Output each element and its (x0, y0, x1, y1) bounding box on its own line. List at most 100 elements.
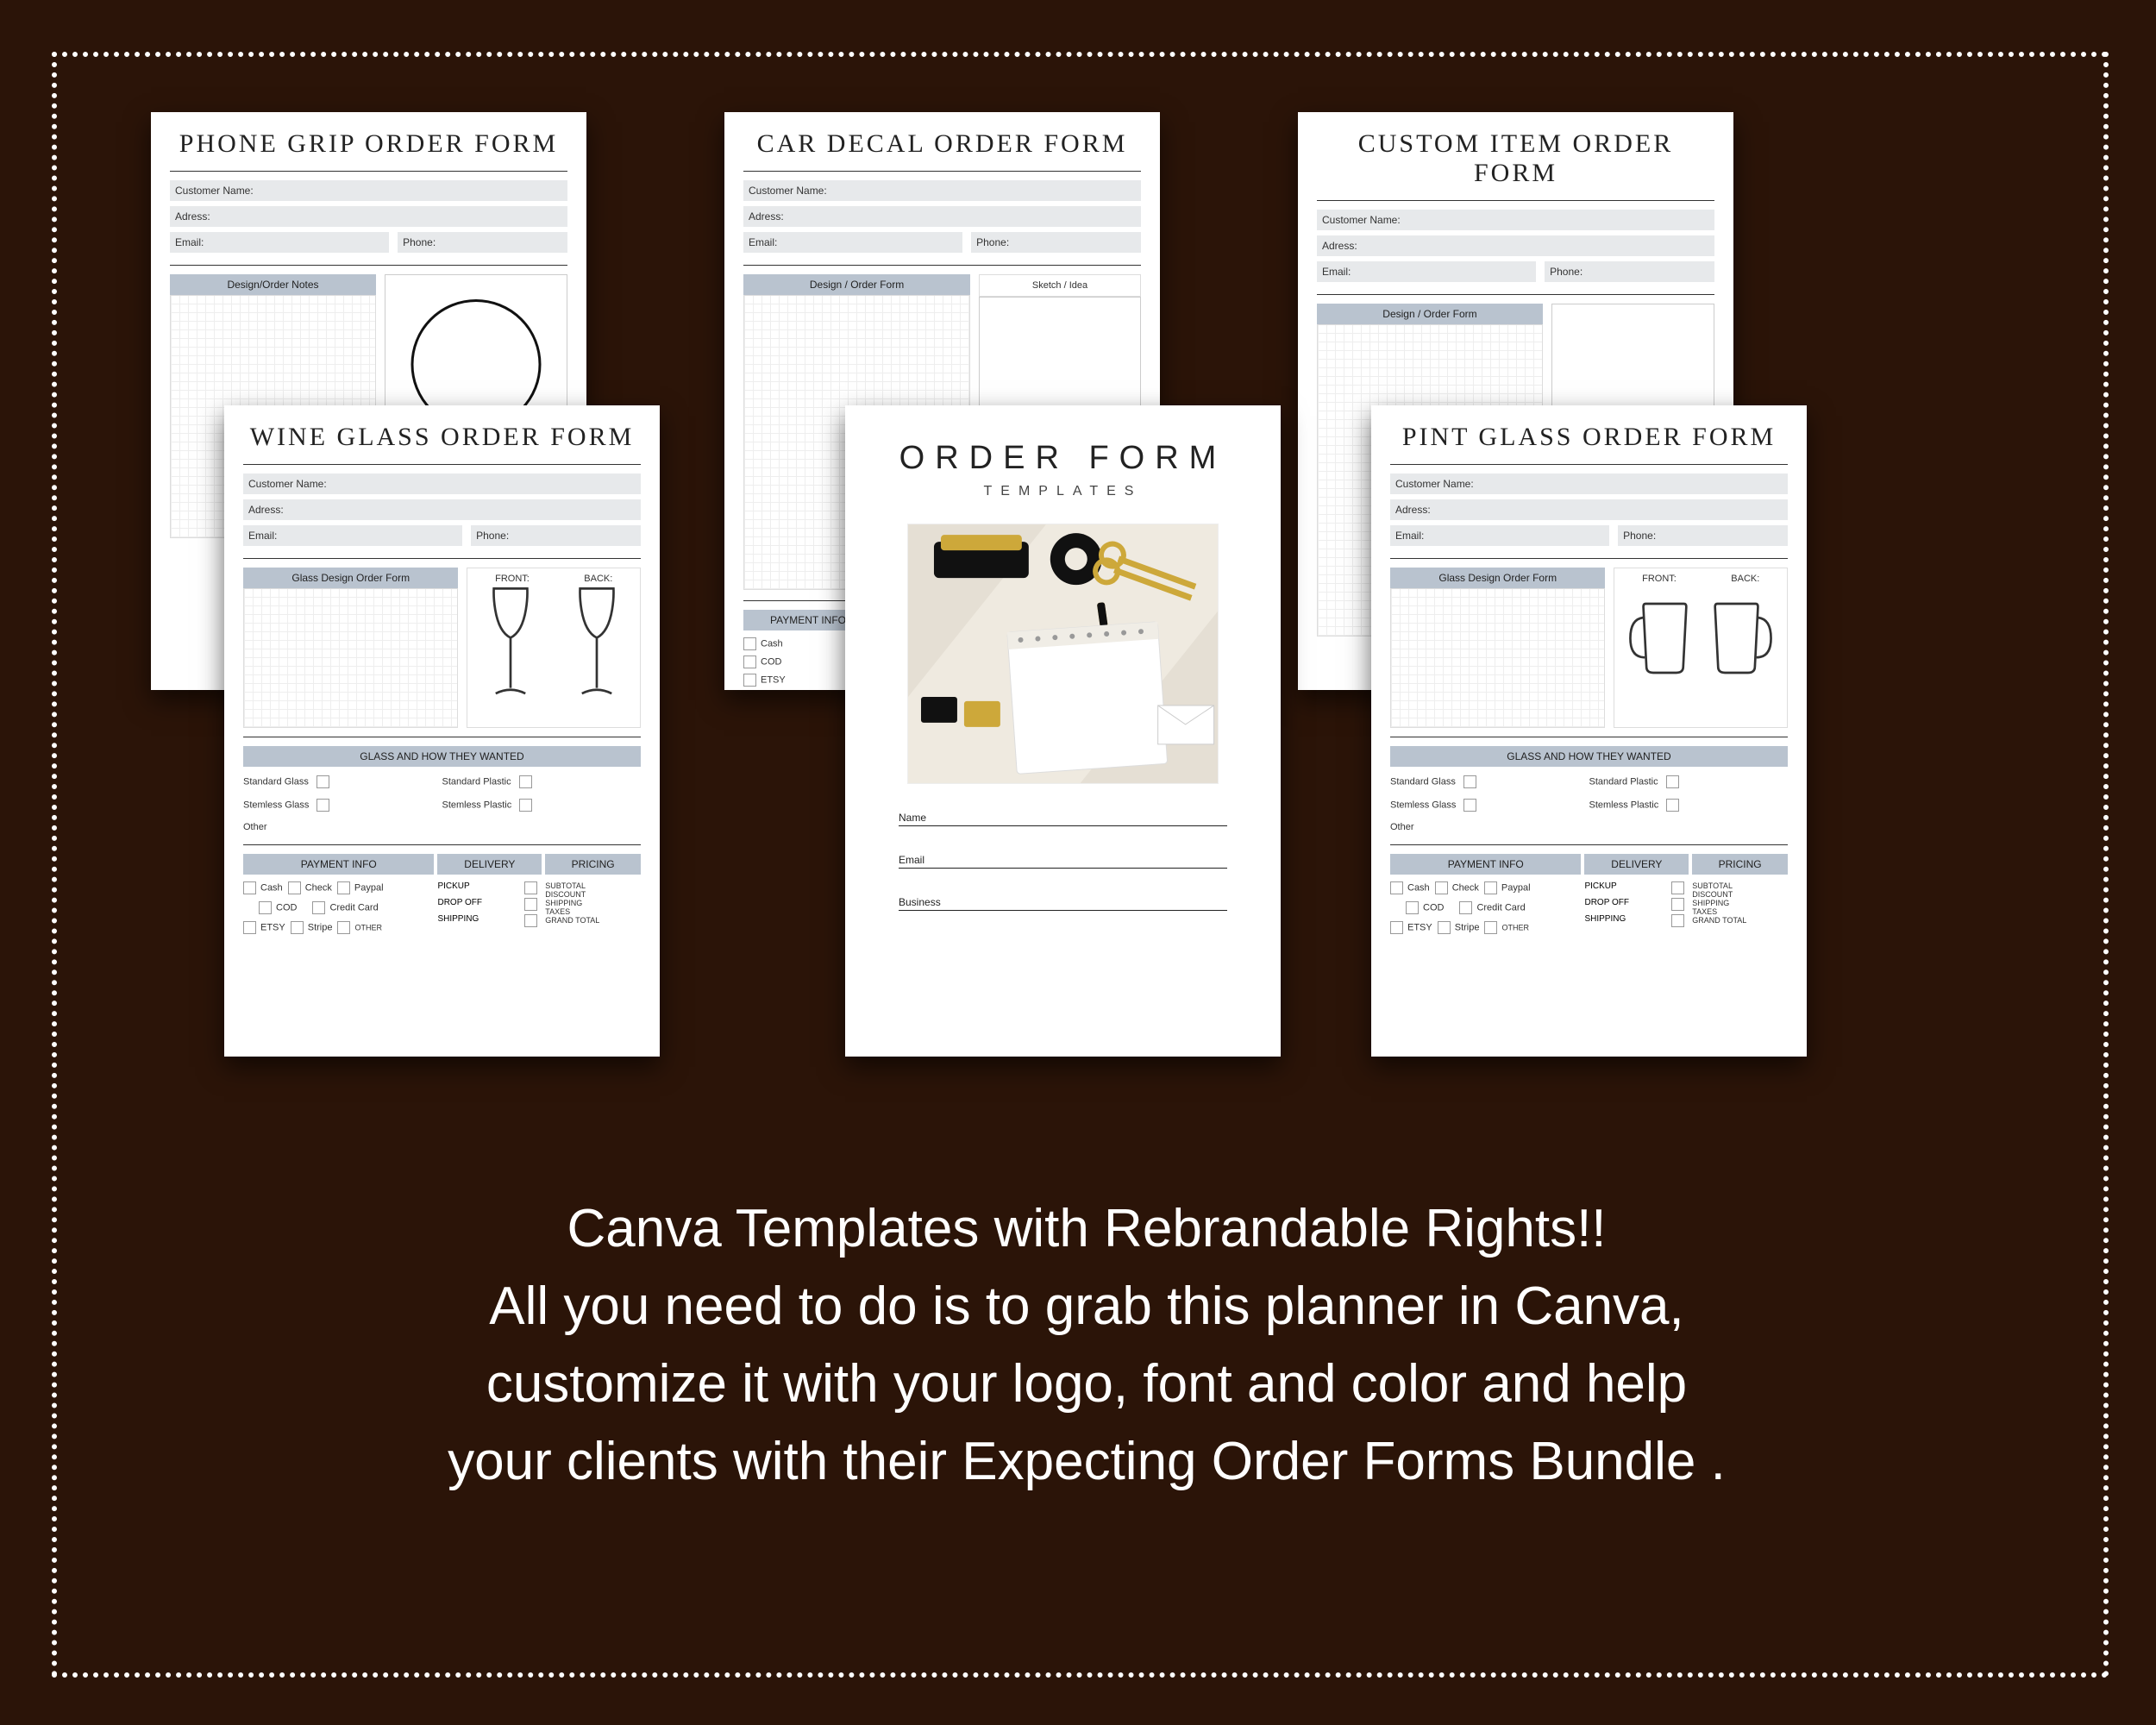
subtotal-label: SUBTOTAL (1692, 881, 1788, 890)
checkbox (317, 799, 329, 812)
marketing-line-3: customize it with your logo, font and co… (155, 1346, 2018, 1423)
delivery-header: DELIVERY (437, 854, 542, 875)
delivery-header: DELIVERY (1584, 854, 1689, 875)
marketing-text: Canva Templates with Rebrandable Rights!… (155, 1190, 2018, 1501)
pricing-header: PRICING (1692, 854, 1788, 875)
pricing-header: PRICING (545, 854, 641, 875)
std-glass-label: Standard Glass (243, 776, 309, 787)
checkbox (1390, 881, 1403, 894)
etsy-label: ETSY (1407, 922, 1432, 932)
checkbox (1438, 921, 1451, 934)
marketing-line-1: Canva Templates with Rebrandable Rights!… (155, 1190, 2018, 1268)
cover-subtitle: TEMPLATES (864, 484, 1262, 499)
checkbox (1484, 921, 1497, 934)
cod-label: COD (1423, 902, 1444, 913)
wine-glass-front-icon (480, 584, 541, 705)
payment-info-header: PAYMENT INFO (1390, 854, 1581, 875)
grand-total-label: GRAND TOTAL (545, 916, 641, 925)
std-plastic-label: Standard Plastic (442, 776, 511, 787)
email-field: Email: (170, 232, 389, 253)
checkbox (1463, 775, 1476, 788)
shipping-price-label: SHIPPING (1692, 899, 1788, 907)
wine-glass-back-icon (567, 584, 627, 705)
cash-label: Cash (260, 882, 283, 893)
shipping-price-label: SHIPPING (545, 899, 641, 907)
cover-business-line (899, 910, 1227, 911)
phone-field: Phone: (1618, 525, 1788, 546)
checkbox (1463, 799, 1476, 812)
glass-design-header: Glass Design Order Form (1390, 568, 1605, 588)
payment-info-header: PAYMENT INFO (243, 854, 434, 875)
etsy-label: ETSY (260, 922, 285, 932)
checkbox (243, 921, 256, 934)
paypal-label: Paypal (354, 882, 384, 893)
customer-name-field: Customer Name: (1390, 474, 1788, 494)
other-label: Other (243, 822, 267, 832)
cover-photo (907, 524, 1219, 784)
marketing-line-2: All you need to do is to grab this plann… (155, 1268, 2018, 1346)
back-label: BACK: (1731, 574, 1759, 584)
customer-name-field: Customer Name: (170, 180, 567, 201)
phone-field: Phone: (471, 525, 641, 546)
pint-glass-title: PINT GLASS ORDER FORM (1390, 423, 1788, 452)
paypal-label: Paypal (1501, 882, 1531, 893)
checkbox (1666, 799, 1679, 812)
checkbox (259, 901, 272, 914)
cod-label: COD (276, 902, 297, 913)
front-label: FRONT: (1642, 574, 1677, 584)
taxes-label: TAXES (1692, 907, 1788, 916)
glass-how-header: GLASS AND HOW THEY WANTED (243, 746, 641, 767)
design-notes-header: Design/Order Notes (170, 274, 376, 295)
cash-label: Cash (1407, 882, 1430, 893)
dropoff-label: DROP OFF (437, 898, 481, 907)
pint-glass-form-card: PINT GLASS ORDER FORM Customer Name: Adr… (1371, 405, 1807, 1057)
check-label: Check (305, 882, 332, 893)
customer-name-field: Customer Name: (1317, 210, 1714, 230)
checkbox (243, 881, 256, 894)
checkbox (337, 881, 350, 894)
checkbox (1671, 881, 1684, 894)
sketch-idea-header: Sketch / Idea (979, 274, 1141, 297)
pint-glass-back-icon (1706, 591, 1775, 686)
wine-glass-form-card: WINE GLASS ORDER FORM Customer Name: Adr… (224, 405, 660, 1057)
cover-email-line (899, 868, 1227, 869)
checkbox (1459, 901, 1472, 914)
taxes-label: TAXES (545, 907, 641, 916)
checkbox (1484, 881, 1497, 894)
address-field: Adress: (1317, 235, 1714, 256)
cod-label: COD (761, 656, 781, 667)
phone-grip-title: PHONE GRIP ORDER FORM (170, 129, 567, 159)
cash-label: Cash (761, 638, 783, 649)
wine-glass-title: WINE GLASS ORDER FORM (243, 423, 641, 452)
checkbox (317, 775, 329, 788)
std-plastic-label: Standard Plastic (1589, 776, 1658, 787)
glass-how-header: GLASS AND HOW THEY WANTED (1390, 746, 1788, 767)
email-field: Email: (1390, 525, 1609, 546)
checkbox (524, 898, 537, 911)
checkbox (337, 921, 350, 934)
credit-label: Credit Card (1476, 902, 1525, 913)
other-label: Other (1390, 822, 1414, 832)
stripe-label: Stripe (1455, 922, 1480, 932)
stemless-plastic-label: Stemless Plastic (1589, 800, 1659, 810)
std-glass-label: Standard Glass (1390, 776, 1456, 787)
email-field: Email: (243, 525, 462, 546)
stemless-glass-label: Stemless Glass (1390, 800, 1456, 810)
pickup-label: PICKUP (1584, 881, 1616, 891)
custom-item-title: CUSTOM ITEM ORDER FORM (1317, 129, 1714, 188)
marketing-line-4: your clients with their Expecting Order … (155, 1423, 2018, 1501)
credit-label: Credit Card (329, 902, 378, 913)
checkbox (1666, 775, 1679, 788)
checkbox (519, 799, 532, 812)
glass-design-header: Glass Design Order Form (243, 568, 458, 588)
customer-name-field: Customer Name: (243, 474, 641, 494)
promo-image: PHONE GRIP ORDER FORM Customer Name: Adr… (0, 0, 2156, 1725)
cover-title: ORDER FORM (864, 440, 1262, 477)
checkbox (1671, 914, 1684, 927)
phone-field: Phone: (971, 232, 1141, 253)
other-pay-label: OTHER (1501, 923, 1529, 932)
checkbox (288, 881, 301, 894)
phone-field: Phone: (1545, 261, 1714, 282)
address-field: Adress: (243, 499, 641, 520)
back-label: BACK: (584, 574, 612, 584)
